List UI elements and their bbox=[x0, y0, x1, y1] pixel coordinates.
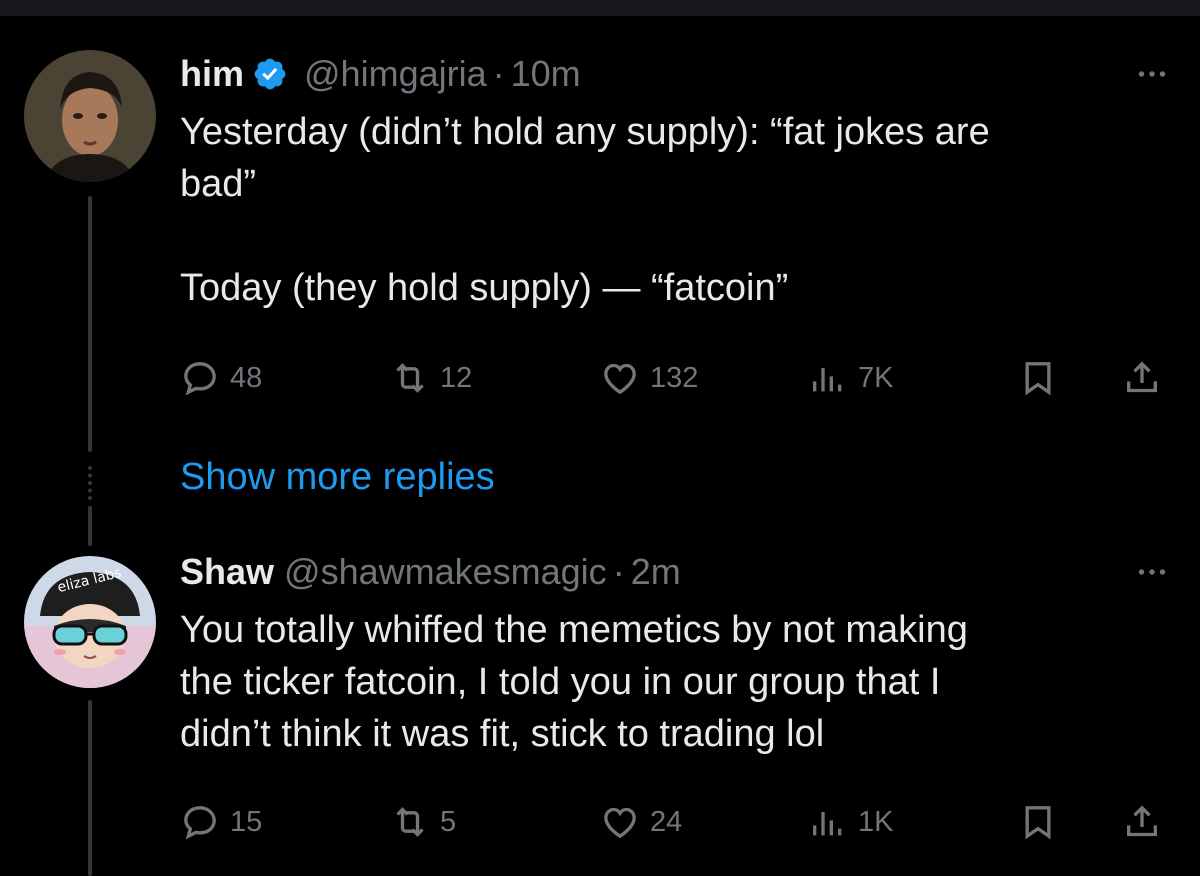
like-count: 132 bbox=[650, 361, 699, 394]
verified-badge-icon bbox=[254, 58, 286, 90]
tweet-text: Yesterday (didn’t hold any supply): “fat… bbox=[180, 106, 1170, 314]
reply-count: 48 bbox=[230, 361, 263, 394]
thread-connector-line bbox=[88, 196, 92, 452]
tweet-header: Shaw @shawmakesmagic · 2m bbox=[180, 550, 1170, 594]
tweet-text-line: didn’t think it was fit, stick to tradin… bbox=[180, 713, 825, 755]
repost-button[interactable]: 5 bbox=[390, 802, 456, 842]
reply-button[interactable]: 48 bbox=[180, 358, 262, 398]
repost-button[interactable]: 12 bbox=[390, 358, 472, 398]
tweet-text-line: the ticker fatcoin, I told you in our gr… bbox=[180, 661, 941, 703]
author-handle[interactable]: @himgajria bbox=[304, 53, 487, 95]
repost-count: 5 bbox=[440, 805, 457, 838]
bookmark-icon bbox=[1025, 806, 1051, 840]
author-handle[interactable]: @shawmakesmagic bbox=[284, 551, 607, 593]
views-count: 7K bbox=[858, 361, 894, 394]
like-icon bbox=[604, 807, 636, 839]
separator-dot: · bbox=[612, 551, 625, 592]
repost-count: 12 bbox=[440, 361, 473, 394]
views-icon bbox=[813, 368, 842, 392]
tweet-text-line: You totally whiffed the memetics by not … bbox=[180, 609, 968, 651]
views-button[interactable]: 7K bbox=[808, 358, 893, 398]
views-button[interactable]: 1K bbox=[808, 802, 893, 842]
avatar[interactable] bbox=[24, 50, 156, 182]
top-bar bbox=[0, 0, 1200, 16]
tweet-actions: 48 12 132 7K bbox=[180, 358, 1170, 398]
tweet-actions: 15 5 24 1K bbox=[180, 802, 1170, 842]
reply-button[interactable]: 15 bbox=[180, 802, 262, 842]
like-icon bbox=[604, 363, 636, 395]
thread-connector-line bbox=[88, 700, 92, 876]
more-icon[interactable] bbox=[1134, 56, 1170, 92]
thread-connector-line bbox=[88, 506, 92, 546]
separator-dot: · bbox=[492, 53, 505, 94]
timestamp[interactable]: 2m bbox=[631, 551, 681, 593]
thread-gap-dots[interactable] bbox=[88, 466, 92, 500]
author-name[interactable]: Shaw bbox=[180, 551, 274, 593]
reply-icon bbox=[184, 806, 216, 840]
views-icon bbox=[813, 812, 842, 836]
show-more-replies-link[interactable]: Show more replies bbox=[180, 456, 495, 499]
tweet-text-line: Yesterday (didn’t hold any supply): “fat… bbox=[180, 111, 990, 153]
more-icon[interactable] bbox=[1134, 554, 1170, 590]
tweet-text: You totally whiffed the memetics by not … bbox=[180, 604, 1170, 760]
author-name[interactable]: him bbox=[180, 53, 244, 95]
like-button[interactable]: 24 bbox=[600, 802, 682, 842]
repost-icon bbox=[396, 807, 424, 837]
tweet-header: him @himgajria · 10m bbox=[180, 52, 1170, 96]
timestamp[interactable]: 10m bbox=[511, 53, 581, 95]
tweet[interactable]: Shaw @shawmakesmagic · 2m You totally wh… bbox=[180, 550, 1170, 760]
share-icon bbox=[1127, 805, 1157, 837]
tweet-text-line: Today (they hold supply) — “fatcoin” bbox=[180, 267, 789, 309]
reply-count: 15 bbox=[230, 805, 263, 838]
tweet-text-line: bad” bbox=[180, 163, 257, 205]
reply-icon bbox=[184, 362, 216, 396]
bookmark-button[interactable] bbox=[1018, 358, 1058, 398]
repost-icon bbox=[396, 363, 424, 393]
share-button[interactable] bbox=[1122, 802, 1162, 842]
views-count: 1K bbox=[858, 805, 894, 838]
bookmark-button[interactable] bbox=[1018, 802, 1058, 842]
like-button[interactable]: 132 bbox=[600, 358, 698, 398]
share-button[interactable] bbox=[1122, 358, 1162, 398]
avatar[interactable]: eliza labs bbox=[24, 556, 156, 688]
like-count: 24 bbox=[650, 805, 683, 838]
tweet[interactable]: him @himgajria · 10m Yesterday (didn’t h… bbox=[180, 52, 1170, 314]
share-icon bbox=[1127, 361, 1157, 393]
bookmark-icon bbox=[1025, 362, 1051, 396]
